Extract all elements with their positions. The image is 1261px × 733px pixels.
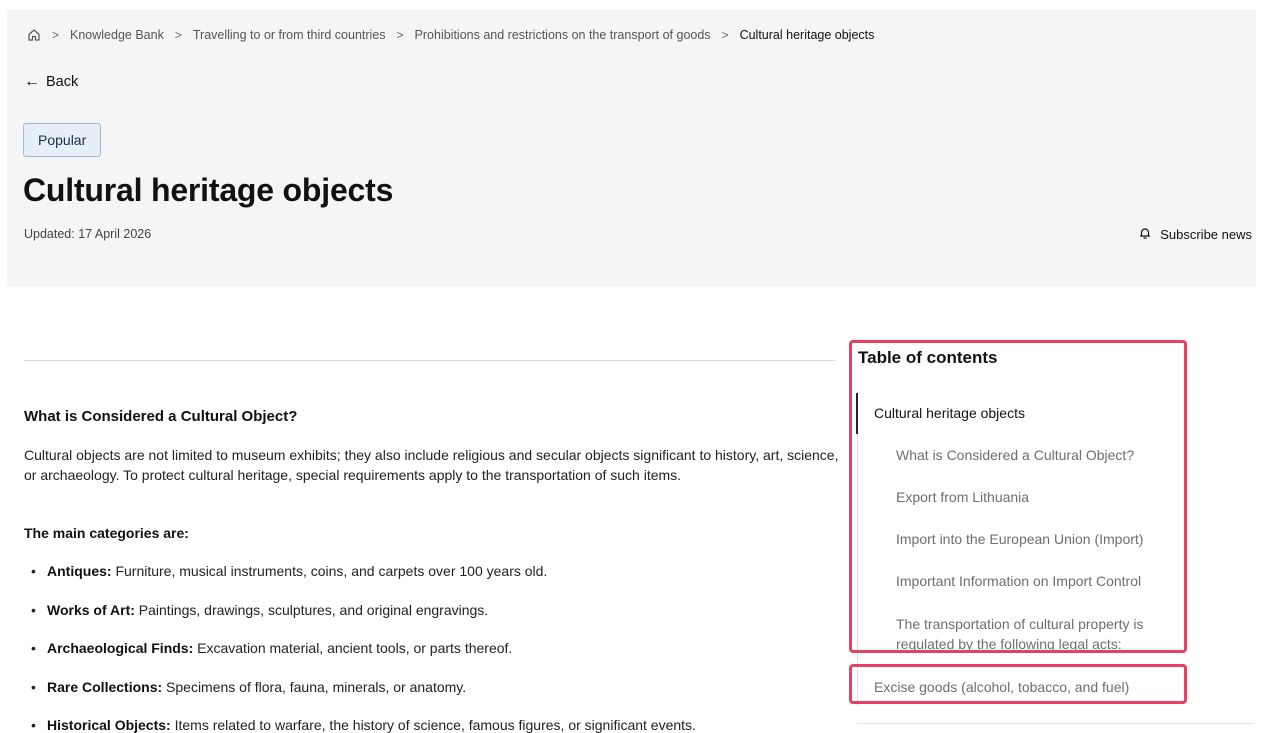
breadcrumb-separator: > bbox=[721, 28, 729, 42]
breadcrumb-current: Cultural heritage objects bbox=[739, 28, 875, 42]
breadcrumb-link-knowledge-bank[interactable]: Knowledge Bank bbox=[70, 28, 164, 42]
list-item: • Antiques: Furniture, musical instrument… bbox=[31, 563, 548, 579]
subscribe-news-button[interactable]: Subscribe news bbox=[1138, 226, 1252, 243]
list-item: • Archaeological Finds: Excavation materi… bbox=[31, 640, 513, 656]
section-heading: What is Considered a Cultural Object? bbox=[24, 408, 298, 425]
page-header bbox=[7, 10, 1256, 287]
back-label: Back bbox=[46, 74, 79, 90]
categories-list: • Antiques: Furniture, musical instrument… bbox=[24, 561, 839, 733]
list-item: • Works of Art: Paintings, drawings, scul… bbox=[31, 601, 489, 618]
updated-date: Updated: 17 April 2026 bbox=[24, 227, 152, 241]
subscribe-label: Subscribe news bbox=[1160, 227, 1252, 242]
popular-badge: Popular bbox=[23, 123, 102, 157]
page-title: Cultural heritage objects bbox=[23, 172, 394, 208]
toc-bottom-divider bbox=[857, 723, 1253, 724]
arrow-left-icon: ← bbox=[24, 73, 40, 90]
categories-heading: The main categories are: bbox=[24, 525, 189, 541]
breadcrumb-separator: > bbox=[52, 28, 60, 42]
highlight-box-excise bbox=[849, 664, 1187, 704]
content-divider bbox=[24, 360, 835, 361]
list-item: • Historical Objects: Items related to wa… bbox=[31, 717, 696, 733]
breadcrumb-link-prohibitions[interactable]: Prohibitions and restrictions on the tra… bbox=[415, 28, 711, 42]
breadcrumb: > Knowledge Bank > Travelling to or from… bbox=[27, 27, 874, 43]
breadcrumb-separator: > bbox=[174, 28, 182, 42]
highlight-box-toc bbox=[849, 340, 1187, 653]
breadcrumb-link-travelling[interactable]: Travelling to or from third countries bbox=[193, 28, 386, 42]
home-icon[interactable] bbox=[27, 28, 41, 42]
list-item: • Rare Collections: Specimens of flora, f… bbox=[31, 678, 467, 695]
back-link[interactable]: ← Back bbox=[24, 73, 79, 91]
intro-paragraph: Cultural objects are not limited to muse… bbox=[24, 447, 839, 483]
bell-icon bbox=[1138, 226, 1152, 243]
breadcrumb-separator: > bbox=[396, 28, 404, 42]
